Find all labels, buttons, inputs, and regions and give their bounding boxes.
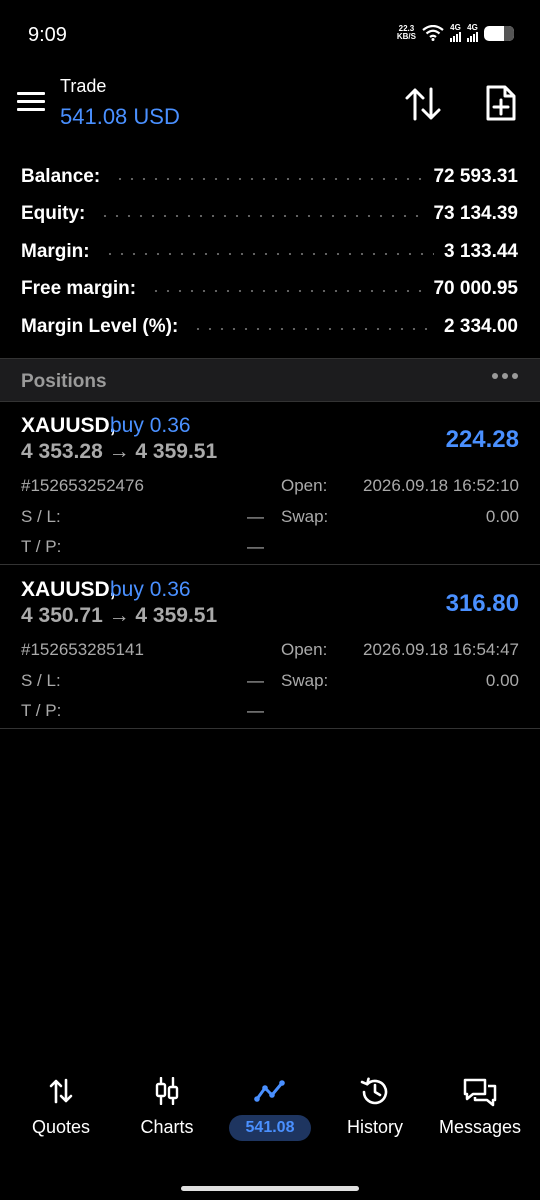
- equity-label: Equity:: [21, 203, 86, 225]
- position-ticket: #152653252476: [21, 476, 144, 495]
- positions-section-header: Positions: [0, 358, 540, 402]
- equity-value: 73 134.39: [433, 203, 518, 225]
- app-header: Trade 541.08 USD: [0, 70, 540, 140]
- status-time: 9:09: [28, 24, 67, 46]
- position-row[interactable]: XAUUSD, buy 0.36 4 350.71 → 4 359.51 316…: [0, 566, 540, 729]
- leader-dots: [99, 215, 424, 218]
- swap-value: 0.00: [485, 671, 519, 690]
- free-margin-value: 70 000.95: [433, 278, 518, 300]
- history-clock-icon: [360, 1077, 388, 1105]
- nav-messages[interactable]: Messages: [430, 1066, 530, 1146]
- balance-row: Balance: 72 593.31: [0, 158, 540, 196]
- nav-charts[interactable]: Charts: [124, 1066, 210, 1146]
- swap-label: Swap:: [281, 671, 329, 690]
- margin-label: Margin:: [21, 240, 90, 262]
- position-profit: 224.28: [445, 426, 519, 453]
- nav-quotes[interactable]: Quotes: [18, 1066, 104, 1146]
- bottom-nav: Quotes Charts 541.08 History Messages: [0, 1066, 540, 1166]
- leader-dots: [150, 290, 424, 293]
- tp-value: —: [247, 537, 264, 556]
- account-summary: Balance: 72 593.31 Equity: 73 134.39 Mar…: [0, 158, 540, 346]
- network-speed: 22.3 KB/S: [396, 24, 416, 41]
- open-time: 2026.09.18 16:54:47: [363, 640, 519, 659]
- sl-value: —: [247, 671, 264, 690]
- more-icon[interactable]: [492, 373, 518, 379]
- swap-label: Swap:: [281, 507, 329, 526]
- position-prices: 4 350.71 → 4 359.51: [21, 604, 218, 627]
- leader-dots: [192, 327, 435, 330]
- free-margin-row: Free margin: 70 000.95: [0, 271, 540, 309]
- position-ticket: #152653285141: [21, 640, 144, 659]
- sl-label: S / L:: [21, 671, 61, 690]
- margin-level-value: 2 334.00: [444, 315, 518, 337]
- margin-level-label: Margin Level (%):: [21, 315, 179, 337]
- page-title: Trade: [60, 76, 107, 96]
- wifi-icon: [422, 25, 444, 41]
- open-label: Open:: [281, 476, 328, 495]
- sl-value: —: [247, 507, 264, 526]
- nav-label: Messages: [438, 1117, 522, 1137]
- position-side: buy 0.36: [110, 414, 191, 437]
- quotes-arrows-icon: [49, 1078, 73, 1104]
- messages-icon: [463, 1078, 497, 1107]
- sort-icon[interactable]: [404, 86, 442, 122]
- position-symbol: XAUUSD,: [21, 578, 116, 601]
- balance-value: 72 593.31: [433, 165, 518, 187]
- battery-icon: [484, 25, 514, 41]
- leader-dots: [114, 177, 424, 180]
- nav-label: Charts: [140, 1117, 194, 1137]
- candlestick-icon: [155, 1077, 179, 1105]
- tp-label: T / P:: [21, 701, 62, 720]
- nav-trade[interactable]: 541.08: [226, 1066, 314, 1146]
- position-symbol: XAUUSD,: [21, 414, 116, 437]
- profit-summary: 541.08 USD: [60, 104, 180, 129]
- tp-value: —: [247, 701, 264, 720]
- leader-dots: [103, 252, 435, 255]
- nav-label-active: 541.08: [229, 1115, 311, 1141]
- sl-label: S / L:: [21, 507, 61, 526]
- swap-value: 0.00: [485, 507, 519, 526]
- margin-row: Margin: 3 133.44: [0, 233, 540, 271]
- positions-title: Positions: [21, 371, 107, 392]
- trade-line-icon: [254, 1080, 285, 1102]
- equity-row: Equity: 73 134.39: [0, 196, 540, 234]
- margin-value: 3 133.44: [444, 240, 518, 262]
- free-margin-label: Free margin:: [21, 278, 137, 300]
- open-time: 2026.09.18 16:52:10: [363, 476, 519, 495]
- position-side: buy 0.36: [110, 578, 191, 601]
- nav-label: History: [346, 1117, 403, 1137]
- new-order-icon[interactable]: [484, 84, 518, 122]
- margin-level-row: Margin Level (%): 2 334.00: [0, 308, 540, 346]
- balance-label: Balance:: [21, 165, 101, 187]
- tp-label: T / P:: [21, 537, 62, 556]
- position-row[interactable]: XAUUSD, buy 0.36 4 353.28 → 4 359.51 224…: [0, 402, 540, 565]
- nav-label: Quotes: [31, 1117, 91, 1137]
- nav-history[interactable]: History: [330, 1066, 420, 1146]
- status-bar: 9:09 22.3 KB/S 4G 4G: [0, 0, 540, 70]
- status-icons: 22.3 KB/S 4G 4G: [397, 24, 514, 42]
- position-profit: 316.80: [445, 590, 519, 617]
- signal-icon: 4G: [467, 24, 478, 42]
- home-gesture-bar[interactable]: [181, 1186, 359, 1191]
- open-label: Open:: [281, 640, 328, 659]
- position-prices: 4 353.28 → 4 359.51: [21, 440, 218, 463]
- menu-icon[interactable]: [17, 92, 45, 114]
- signal-icon: 4G: [450, 24, 461, 42]
